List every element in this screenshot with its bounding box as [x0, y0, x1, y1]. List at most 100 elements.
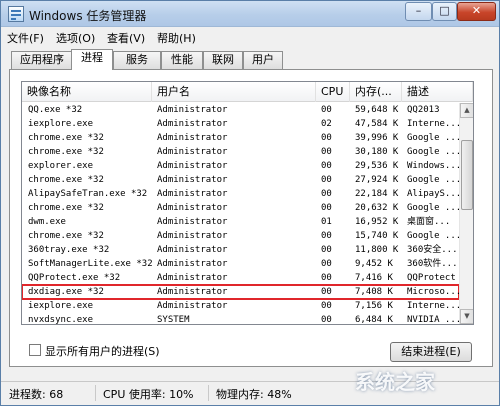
- column-user-name[interactable]: 用户名: [152, 82, 316, 102]
- cell-cpu: 00: [321, 273, 332, 283]
- cell-mem: 6,484 K: [355, 315, 393, 325]
- table-row[interactable]: QQ.exe *32 Administrator 00 59,648 K QQ2013: [22, 103, 459, 117]
- cell-cpu: 00: [321, 301, 332, 311]
- menu-options[interactable]: 选项(O): [56, 30, 95, 46]
- title-bar[interactable]: Windows 任务管理器 – □ ✕: [1, 1, 499, 27]
- cell-mem: 7,416 K: [355, 273, 393, 283]
- scroll-up-arrow-icon[interactable]: ▲: [460, 103, 473, 118]
- process-list[interactable]: 映像名称 用户名 CPU 内存(... 描述 QQ.exe *32 Adminis…: [21, 81, 474, 325]
- cell-user: Administrator: [157, 287, 228, 297]
- cell-mem: 7,156 K: [355, 301, 393, 311]
- cell-cpu: 00: [321, 259, 332, 269]
- menu-help[interactable]: 帮助(H): [157, 30, 196, 46]
- table-row[interactable]: dwm.exe Administrator 01 16,952 K 桌面窗...: [22, 215, 459, 229]
- cell-mem: 7,408 K: [355, 287, 393, 297]
- column-image-name[interactable]: 映像名称: [22, 82, 152, 102]
- cell-name: QQProtect.exe *32: [28, 273, 121, 283]
- cell-user: Administrator: [157, 231, 228, 241]
- cell-desc: Google ...: [407, 133, 459, 143]
- cell-desc: Google ...: [407, 231, 459, 241]
- cell-mem: 16,952 K: [355, 217, 399, 227]
- status-separator: [95, 385, 96, 401]
- scroll-thumb[interactable]: [461, 140, 473, 210]
- cell-user: Administrator: [157, 273, 228, 283]
- cell-cpu: 00: [321, 105, 332, 115]
- cell-desc: Google ...: [407, 203, 459, 213]
- cell-user: Administrator: [157, 245, 228, 255]
- cell-user: Administrator: [157, 217, 228, 227]
- table-row[interactable]: AlipaySafeTran.exe *32 Administrator 00 22,…: [22, 187, 459, 201]
- menu-view[interactable]: 查看(V): [107, 30, 145, 46]
- table-row[interactable]: explorer.exe Administrator 00 29,536 K Windo…: [22, 159, 459, 173]
- cell-name: chrome.exe *32: [28, 231, 104, 241]
- scroll-down-arrow-icon[interactable]: ▼: [460, 309, 473, 324]
- table-row[interactable]: SoftManagerLite.exe *32 Administrator 00 9,…: [22, 257, 459, 271]
- status-cpu-usage: CPU 使用率: 10%: [103, 388, 194, 401]
- cell-name: dxdiag.exe *32: [28, 287, 104, 297]
- table-row[interactable]: chrome.exe *32 Administrator 00 15,740 K Goo…: [22, 229, 459, 243]
- cell-user: Administrator: [157, 203, 228, 213]
- cell-desc: Interne...: [407, 119, 459, 129]
- cell-name: chrome.exe *32: [28, 133, 104, 143]
- show-all-users-checkbox[interactable]: [29, 344, 41, 356]
- table-row[interactable]: nvxdsync.exe SYSTEM 00 6,484 K NVIDIA ...: [22, 313, 459, 325]
- tab-strip: 应用程序 进程 服务 性能 联网 用户: [9, 49, 493, 70]
- table-row[interactable]: QQProtect.exe *32 Administrator 00 7,416 K Q…: [22, 271, 459, 285]
- cell-user: Administrator: [157, 133, 228, 143]
- cell-name: dwm.exe: [28, 217, 66, 227]
- cell-user: Administrator: [157, 259, 228, 269]
- cell-desc: NVIDIA ...: [407, 315, 459, 325]
- cell-desc: Windows...: [407, 161, 459, 171]
- window-title: Windows 任务管理器: [29, 9, 147, 23]
- tab-services[interactable]: 服务: [113, 51, 161, 69]
- status-memory-usage: 物理内存: 48%: [216, 388, 292, 401]
- cell-desc: QQProtect: [407, 273, 456, 283]
- cell-user: Administrator: [157, 105, 228, 115]
- tab-performance[interactable]: 性能: [161, 51, 203, 69]
- table-row[interactable]: 360tray.exe *32 Administrator 00 11,800 K 36…: [22, 243, 459, 257]
- column-cpu[interactable]: CPU: [316, 82, 350, 102]
- cell-name: SoftManagerLite.exe *32: [28, 259, 152, 269]
- menu-bar: 文件(F) 选项(O) 查看(V) 帮助(H): [1, 28, 499, 46]
- cell-cpu: 00: [321, 231, 332, 241]
- cell-user: Administrator: [157, 161, 228, 171]
- cell-mem: 27,924 K: [355, 175, 399, 185]
- table-row[interactable]: iexplore.exe Administrator 00 7,156 K Intern…: [22, 299, 459, 313]
- column-memory[interactable]: 内存(...: [350, 82, 402, 102]
- maximize-button[interactable]: □: [432, 2, 457, 21]
- tab-users[interactable]: 用户: [243, 51, 283, 69]
- vertical-scrollbar[interactable]: ▲ ▼: [459, 103, 473, 324]
- tab-networking[interactable]: 联网: [203, 51, 243, 69]
- cell-name: iexplore.exe: [28, 301, 94, 311]
- table-row[interactable]: chrome.exe *32 Administrator 00 27,924 K Goo…: [22, 173, 459, 187]
- cell-name: QQ.exe *32: [28, 105, 83, 115]
- cell-desc: 360软件...: [407, 259, 458, 269]
- column-description[interactable]: 描述: [402, 82, 473, 102]
- minimize-button[interactable]: –: [405, 2, 432, 21]
- cell-cpu: 02: [321, 119, 332, 129]
- table-row[interactable]: dxdiag.exe *32 Administrator 00 7,408 K Micr…: [22, 284, 460, 300]
- cell-mem: 11,800 K: [355, 245, 399, 255]
- table-row[interactable]: chrome.exe *32 Administrator 00 39,996 K Goo…: [22, 131, 459, 145]
- cell-mem: 22,184 K: [355, 189, 399, 199]
- cell-mem: 39,996 K: [355, 133, 399, 143]
- table-row[interactable]: chrome.exe *32 Administrator 00 20,632 K Goo…: [22, 201, 459, 215]
- table-row[interactable]: chrome.exe *32 Administrator 00 30,180 K Goo…: [22, 145, 459, 159]
- cell-desc: Microso...: [407, 287, 459, 297]
- tab-processes[interactable]: 进程: [71, 49, 113, 70]
- cell-desc: Google ...: [407, 175, 459, 185]
- tab-applications[interactable]: 应用程序: [11, 51, 73, 69]
- cell-cpu: 00: [321, 189, 332, 199]
- cell-cpu: 00: [321, 175, 332, 185]
- show-all-users-label[interactable]: 显示所有用户的进程(S): [45, 343, 160, 359]
- close-button[interactable]: ✕: [457, 2, 496, 21]
- cell-mem: 20,632 K: [355, 203, 399, 213]
- cell-cpu: 00: [321, 245, 332, 255]
- end-process-button[interactable]: 结束进程(E): [390, 342, 472, 362]
- cell-cpu: 00: [321, 133, 332, 143]
- menu-file[interactable]: 文件(F): [7, 30, 44, 46]
- cell-mem: 15,740 K: [355, 231, 399, 241]
- table-row[interactable]: iexplore.exe Administrator 02 47,584 K Inter…: [22, 117, 459, 131]
- cell-desc: 360安全...: [407, 245, 458, 255]
- cell-name: chrome.exe *32: [28, 203, 104, 213]
